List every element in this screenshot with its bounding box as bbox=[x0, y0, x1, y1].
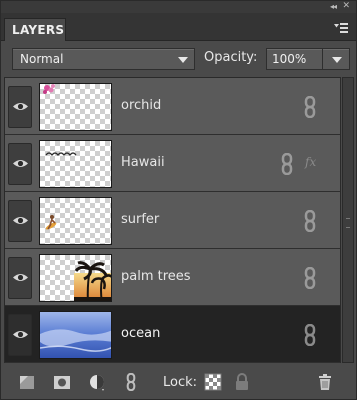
opacity-input[interactable]: 100% bbox=[266, 48, 323, 70]
layer-thumbnail-ocean bbox=[39, 311, 112, 359]
panel-header: LAYERS bbox=[1, 13, 356, 41]
opacity-dropdown-button[interactable] bbox=[322, 48, 350, 70]
opacity-value: 100% bbox=[272, 52, 307, 66]
new-layer-icon[interactable] bbox=[18, 373, 36, 391]
layer-name[interactable]: Hawaii bbox=[121, 155, 165, 170]
layers-bottom-toolbar: Lock: bbox=[1, 365, 356, 399]
tab-label: LAYERS bbox=[12, 23, 65, 37]
layer-thumbnail-orchid bbox=[39, 83, 112, 131]
chevron-down-icon bbox=[332, 57, 342, 63]
blend-mode-value: Normal bbox=[20, 52, 64, 66]
layer-mask-icon[interactable] bbox=[53, 373, 71, 391]
link-icon[interactable] bbox=[303, 324, 317, 346]
link-icon[interactable] bbox=[303, 210, 317, 232]
layer-row-orchid[interactable]: orchid bbox=[5, 78, 340, 135]
panel-menu-icon[interactable] bbox=[334, 21, 348, 35]
blend-mode-select[interactable]: Normal bbox=[12, 48, 195, 70]
layer-thumbnail-surfer bbox=[39, 197, 112, 245]
link-icon[interactable] bbox=[303, 96, 317, 118]
link-layers-icon[interactable] bbox=[122, 373, 140, 391]
layer-options-bar: Normal Opacity: 100% bbox=[1, 42, 356, 74]
layer-name[interactable]: orchid bbox=[121, 98, 161, 113]
scroll-grip[interactable] bbox=[346, 218, 350, 228]
lock-all-icon[interactable] bbox=[233, 373, 251, 391]
adjustment-layer-icon[interactable] bbox=[88, 373, 106, 391]
lock-transparent-pixels-icon[interactable] bbox=[204, 373, 222, 391]
eye-icon bbox=[13, 160, 28, 167]
eye-icon bbox=[13, 217, 28, 224]
layer-name[interactable]: palm trees bbox=[121, 269, 191, 284]
eye-icon bbox=[13, 103, 28, 110]
layer-effects-icon[interactable]: fx bbox=[305, 155, 316, 169]
tab-layers[interactable]: LAYERS bbox=[4, 18, 66, 41]
close-icon[interactable]: ✕ bbox=[342, 1, 350, 11]
layer-name[interactable]: surfer bbox=[121, 212, 159, 227]
layer-list-scrollbar[interactable] bbox=[342, 77, 354, 363]
layer-row-palm-trees[interactable]: palm trees bbox=[5, 249, 340, 306]
visibility-toggle[interactable] bbox=[8, 200, 32, 242]
visibility-toggle[interactable] bbox=[8, 257, 32, 299]
opacity-label: Opacity: bbox=[204, 50, 258, 65]
layer-list: orchid Hawaii fx surfer palm trees ocean bbox=[4, 77, 341, 363]
layer-row-surfer[interactable]: surfer bbox=[5, 192, 340, 249]
layer-name[interactable]: ocean bbox=[121, 326, 160, 341]
trash-icon[interactable] bbox=[316, 373, 334, 391]
layer-thumbnail-palm-trees bbox=[39, 254, 112, 302]
layer-thumbnail-hawaii bbox=[39, 140, 112, 188]
eye-icon bbox=[13, 274, 28, 281]
layer-row-ocean[interactable]: ocean bbox=[5, 306, 340, 363]
link-icon[interactable] bbox=[303, 267, 317, 289]
lock-label: Lock: bbox=[163, 375, 198, 390]
collapse-icon[interactable]: ◂◂ bbox=[330, 2, 337, 11]
layers-panel: ◂◂ ✕ LAYERS Normal Opacity: 100% orchid … bbox=[0, 0, 357, 400]
visibility-toggle[interactable] bbox=[8, 86, 32, 128]
panel-title-strip: ◂◂ ✕ bbox=[1, 1, 356, 13]
link-icon[interactable] bbox=[280, 153, 294, 175]
eye-icon bbox=[13, 331, 28, 338]
visibility-toggle[interactable] bbox=[8, 314, 32, 356]
visibility-toggle[interactable] bbox=[8, 143, 32, 185]
chevron-down-icon bbox=[178, 57, 188, 63]
layer-row-hawaii[interactable]: Hawaii fx bbox=[5, 135, 340, 192]
